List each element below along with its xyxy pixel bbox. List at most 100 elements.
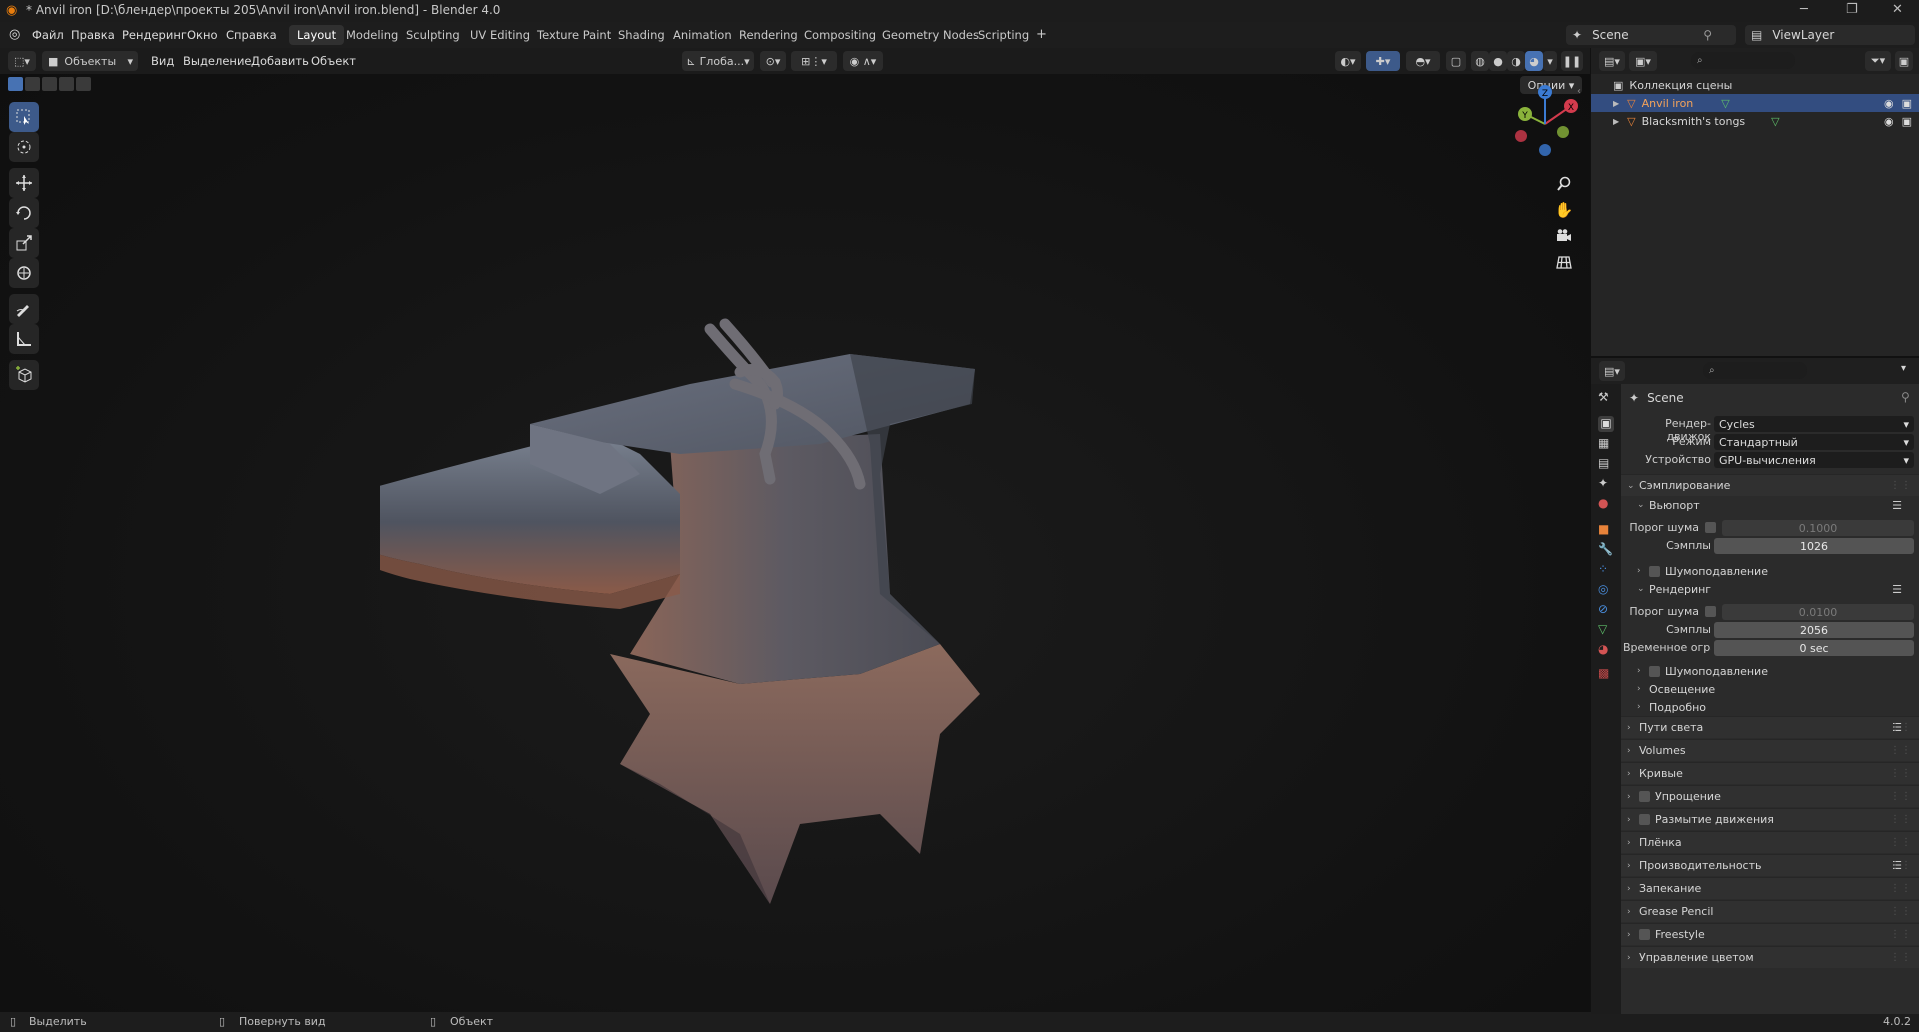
particles-tab-icon[interactable]: ⁘ xyxy=(1598,562,1614,578)
select-invert-icon[interactable] xyxy=(76,77,91,91)
device-dropdown[interactable]: GPU-вычисления ▾ xyxy=(1714,452,1914,468)
display-mode-dropdown[interactable]: ▣▾ xyxy=(1629,51,1657,71)
proportional-edit-toggle[interactable]: ◉ ∧▾ xyxy=(843,51,883,71)
mode-dropdown[interactable]: ■ Объекты ▾ xyxy=(42,51,138,71)
section-volumes[interactable]: › Volumes ⋮⋮ xyxy=(1621,739,1919,761)
workspace-tab-uv-editing[interactable]: UV Editing xyxy=(462,25,538,45)
camera-view-icon[interactable] xyxy=(1552,224,1576,248)
workspace-tab-shading[interactable]: Shading xyxy=(610,25,673,45)
feature-set-dropdown[interactable]: Стандартный ▾ xyxy=(1714,434,1914,450)
select-new-icon[interactable] xyxy=(8,77,23,91)
menu-file[interactable]: Файл xyxy=(32,28,64,42)
workspace-tab-compositing[interactable]: Compositing xyxy=(796,25,884,45)
pivot-dropdown[interactable]: ⊙▾ xyxy=(760,51,786,71)
presets-list-icon[interactable]: ☰ xyxy=(1892,583,1902,596)
drag-handle-icon[interactable]: ⋮⋮ xyxy=(1890,952,1912,963)
properties-editor-type-button[interactable]: ▤▾ xyxy=(1599,361,1625,381)
transform-orientation-dropdown[interactable]: ⊾ Глоба... ▾ xyxy=(682,51,754,71)
render-noise-threshold-field[interactable]: 0.0100 xyxy=(1722,604,1914,620)
menu-object[interactable]: Объект xyxy=(311,54,356,68)
scene-selector[interactable]: ✦ Scene ⚲ xyxy=(1566,25,1736,45)
select-subtract-icon[interactable] xyxy=(42,77,57,91)
perspective-grid-icon[interactable] xyxy=(1552,250,1576,274)
transform-tool[interactable] xyxy=(9,258,39,288)
presets-list-icon[interactable]: ☰ xyxy=(1892,499,1902,512)
drag-handle-icon[interactable]: ⋮⋮ xyxy=(1890,722,1912,733)
world-tab-icon[interactable]: ● xyxy=(1598,496,1614,512)
add-workspace-icon[interactable]: + xyxy=(1028,24,1055,44)
render-tab-icon[interactable]: ▣ xyxy=(1598,416,1614,432)
subsection-advanced[interactable]: › Подробно xyxy=(1621,696,1919,718)
pause-render-button[interactable]: ❚❚ xyxy=(1561,51,1583,71)
shading-wireframe-button[interactable]: ◍ xyxy=(1471,51,1489,71)
shading-rendered-button[interactable]: ◕ xyxy=(1525,51,1543,71)
section-simplify[interactable]: › Упрощение ⋮⋮ xyxy=(1621,785,1919,807)
material-tab-icon[interactable]: ◕ xyxy=(1598,642,1614,658)
output-tab-icon[interactable]: ▦ xyxy=(1598,436,1614,452)
noise-threshold-checkbox[interactable] xyxy=(1705,522,1716,533)
scene-tab-icon[interactable]: ✦ xyxy=(1598,476,1614,492)
outliner-item-blacksmiths-tongs[interactable]: ▶ ▽ Blacksmith's tongs ▽ ◉ ▣ xyxy=(1591,112,1919,130)
drag-handle-icon[interactable]: ⋮⋮ xyxy=(1890,791,1912,802)
overlay-toggle[interactable]: ◓▾ xyxy=(1406,51,1440,71)
menu-edit[interactable]: Правка xyxy=(71,28,115,42)
section-color-management[interactable]: › Управление цветом ⋮⋮ xyxy=(1621,946,1919,968)
visibility-eye-icon[interactable]: ◉ xyxy=(1884,97,1894,110)
scene-collection-row[interactable]: ▣ Коллекция сцены xyxy=(1591,76,1919,94)
viewport-samples-field[interactable]: 1026 xyxy=(1714,538,1914,554)
pan-hand-icon[interactable]: ✋ xyxy=(1552,198,1576,222)
render-camera-icon[interactable]: ▣ xyxy=(1902,115,1912,128)
measure-tool[interactable] xyxy=(9,324,39,354)
viewport-noise-threshold-field[interactable]: 0.1000 xyxy=(1722,520,1914,536)
menu-select[interactable]: Выделение xyxy=(183,54,252,68)
simplify-checkbox[interactable] xyxy=(1639,791,1650,802)
section-film[interactable]: › Плёнка ⋮⋮ xyxy=(1621,831,1919,853)
workspace-tab-animation[interactable]: Animation xyxy=(665,25,740,45)
section-performance[interactable]: › Производительность ☰ ⋮⋮ xyxy=(1621,854,1919,876)
cursor-tool[interactable] xyxy=(9,132,39,162)
section-bake[interactable]: › Запекание ⋮⋮ xyxy=(1621,877,1919,899)
shading-material-button[interactable]: ◑ xyxy=(1507,51,1525,71)
pin-icon[interactable]: ⚲ xyxy=(1901,390,1910,404)
texture-tab-icon[interactable]: ▩ xyxy=(1598,666,1614,682)
blender-menu-icon[interactable]: ◎ xyxy=(9,27,20,42)
snap-toggle[interactable]: ⊞⋮▾ xyxy=(791,51,837,71)
minimize-icon[interactable]: ─ xyxy=(1800,2,1808,17)
drag-handle-icon[interactable]: ⋮⋮ xyxy=(1890,837,1912,848)
drag-handle-icon[interactable]: ⋮⋮ xyxy=(1890,883,1912,894)
navigation-gizmo[interactable]: X Y Z xyxy=(1505,84,1585,164)
select-intersect-icon[interactable] xyxy=(59,77,74,91)
expand-arrow-icon[interactable]: ▶ xyxy=(1613,99,1619,108)
workspace-tab-rendering[interactable]: Rendering xyxy=(731,25,806,45)
drag-handle-icon[interactable]: ⋮⋮ xyxy=(1890,906,1912,917)
section-sampling[interactable]: ⌄ Сэмплирование ⋮⋮ xyxy=(1621,474,1919,496)
section-grease-pencil[interactable]: › Grease Pencil ⋮⋮ xyxy=(1621,900,1919,922)
drag-handle-icon[interactable]: ⋮⋮ xyxy=(1890,768,1912,779)
motion-blur-checkbox[interactable] xyxy=(1639,814,1650,825)
filter-dropdown[interactable]: ⏷▾ xyxy=(1865,51,1891,71)
xray-toggle[interactable]: ▢ xyxy=(1446,51,1466,71)
menu-add[interactable]: Добавить xyxy=(251,54,309,68)
outliner-search-input[interactable]: ⌕ xyxy=(1691,52,1795,69)
denoise-checkbox[interactable] xyxy=(1649,665,1660,677)
sidebar-toggle-icon[interactable]: ‹ xyxy=(1577,86,1581,97)
section-freestyle[interactable]: › Freestyle ⋮⋮ xyxy=(1621,923,1919,945)
menu-render[interactable]: Рендеринг xyxy=(122,28,187,42)
pin-icon[interactable]: ⚲ xyxy=(1703,28,1712,42)
section-motion-blur[interactable]: › Размытие движения ⋮⋮ xyxy=(1621,808,1919,830)
subsection-viewport[interactable]: ⌄ Вьюпорт ☰ xyxy=(1621,494,1919,516)
restore-icon[interactable]: ❐ xyxy=(1846,2,1858,17)
workspace-tab-texture-paint[interactable]: Texture Paint xyxy=(529,25,619,45)
data-tab-icon[interactable]: ▽ xyxy=(1598,622,1614,638)
subsection-render[interactable]: ⌄ Рендеринг ☰ xyxy=(1621,578,1919,600)
drag-handle-icon[interactable]: ⋮⋮ xyxy=(1890,814,1912,825)
menu-window[interactable]: Окно xyxy=(187,28,218,42)
modifier-tab-icon[interactable]: 🔧 xyxy=(1598,542,1614,558)
view-layer-tab-icon[interactable]: ▤ xyxy=(1598,456,1614,472)
close-icon[interactable]: ✕ xyxy=(1892,2,1903,17)
constraints-tab-icon[interactable]: ⊘ xyxy=(1598,602,1614,618)
view-layer-selector[interactable]: ▤ ViewLayer xyxy=(1745,25,1915,45)
noise-threshold-checkbox[interactable] xyxy=(1705,606,1716,617)
add-cube-tool[interactable] xyxy=(9,360,39,390)
object-tab-icon[interactable]: ■ xyxy=(1598,522,1614,538)
